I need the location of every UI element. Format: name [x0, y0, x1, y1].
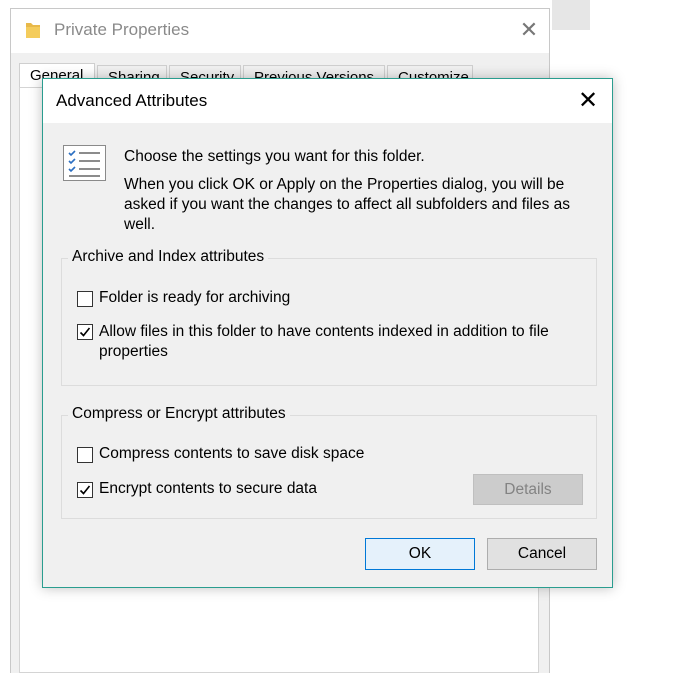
archiving-checkbox[interactable]	[77, 291, 93, 307]
properties-title: Private Properties	[54, 20, 190, 39]
dialog-title: Advanced Attributes	[56, 91, 208, 110]
intro-heading: Choose the settings you want for this fo…	[124, 148, 425, 165]
checklist-document-icon	[63, 145, 106, 181]
checkmark-icon	[79, 327, 91, 337]
dialog-titlebar: Advanced Attributes ✕	[43, 79, 612, 123]
folder-icon	[25, 21, 41, 39]
compress-encrypt-group-label: Compress or Encrypt attributes	[68, 405, 290, 423]
background-strip	[552, 0, 590, 30]
encrypt-checkbox-label[interactable]: Encrypt contents to secure data	[99, 480, 317, 498]
intro-detail: When you click OK or Apply on the Proper…	[124, 176, 571, 233]
compress-checkbox-label[interactable]: Compress contents to save disk space	[99, 445, 364, 463]
details-button[interactable]: Details	[473, 474, 583, 505]
ok-button[interactable]: OK	[365, 538, 475, 570]
compress-checkbox[interactable]	[77, 447, 93, 463]
archive-index-group-label: Archive and Index attributes	[68, 248, 269, 266]
checkmark-icon	[79, 485, 91, 495]
close-icon[interactable]: ✕	[573, 86, 603, 116]
advanced-attributes-dialog: Advanced Attributes ✕ Choose the setting…	[42, 78, 613, 588]
index-contents-checkbox[interactable]	[77, 324, 93, 340]
close-icon[interactable]: ✕	[516, 17, 542, 43]
encrypt-checkbox[interactable]	[77, 482, 93, 498]
index-contents-checkbox-label[interactable]: Allow files in this folder to have conte…	[99, 322, 589, 362]
cancel-button[interactable]: Cancel	[487, 538, 597, 570]
archiving-checkbox-label[interactable]: Folder is ready for archiving	[99, 289, 290, 307]
properties-titlebar: Private Properties ✕	[11, 9, 549, 53]
